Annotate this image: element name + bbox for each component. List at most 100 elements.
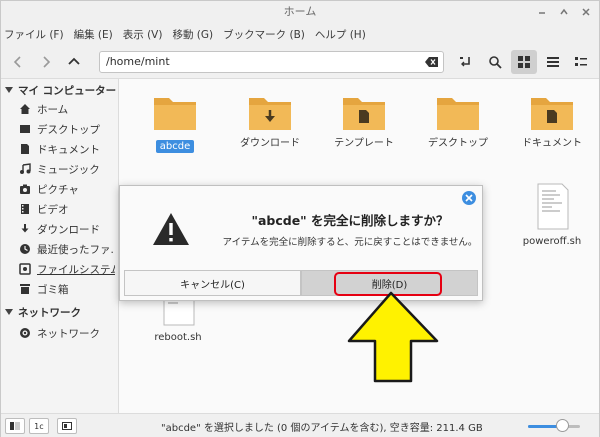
sidebar-item-desktop[interactable]: デスクトップ — [7, 119, 115, 139]
sidebar-toggle-icon — [10, 422, 20, 430]
file-name: ダウンロード — [240, 138, 300, 149]
sidebar-item-documents[interactable]: ドキュメント — [7, 139, 115, 159]
chevron-right-icon — [43, 56, 51, 68]
home-icon — [19, 103, 31, 115]
file-name: ドキュメント — [522, 138, 582, 149]
close-button[interactable] — [577, 4, 595, 20]
minimize-button[interactable] — [533, 4, 551, 20]
warning-icon — [153, 213, 189, 245]
pointer-arrow-annotation — [347, 291, 439, 383]
location-path: /home/mint — [106, 55, 170, 68]
sidebar-item-pictures[interactable]: ピクチャ — [7, 179, 115, 199]
list-icon — [547, 57, 559, 67]
menu-edit[interactable]: 編集 (E) — [74, 27, 113, 42]
status-text: "abcde" を選択しました (0 個のアイテムを含む), 空き容量: 211… — [161, 423, 483, 434]
close-icon — [582, 8, 590, 16]
maximize-button[interactable] — [555, 4, 573, 20]
dialog-message: アイテムを完全に削除すると、元に戻すことはできません。 — [222, 237, 478, 248]
expander-icon — [5, 309, 13, 315]
script-file-icon — [537, 183, 569, 230]
trash-icon — [19, 283, 31, 295]
camera-icon — [19, 183, 31, 195]
status-bar: 1c "abcde" を選択しました (0 個のアイテムを含む), 空き容量: … — [1, 413, 599, 437]
sidebar-item-recent[interactable]: 最近使ったファ... — [7, 239, 115, 259]
desktop-icon — [19, 123, 31, 135]
download-icon — [19, 223, 31, 235]
minimize-icon — [539, 12, 545, 14]
file-item-poweroff[interactable]: poweroff.sh — [512, 183, 592, 247]
location-toggle-icon — [460, 57, 470, 67]
file-manager-window: ホーム ファイル (F) 編集 (E) 表示 (V) 移動 (G) ブックマーク… — [0, 0, 600, 437]
toolbar: /home/mint — [1, 45, 599, 79]
sidebar-section-my-computer[interactable]: マイ コンピューター — [5, 81, 116, 99]
show-treeview-button[interactable]: 1c — [29, 418, 49, 434]
up-button[interactable] — [61, 50, 87, 74]
menu-help[interactable]: ヘルプ (H) — [315, 27, 366, 42]
expander-icon — [5, 87, 13, 93]
folder-template-icon — [343, 98, 385, 130]
title-bar[interactable]: ホーム — [1, 1, 599, 23]
zoom-slider[interactable] — [528, 425, 580, 428]
file-name: poweroff.sh — [522, 236, 582, 247]
maximize-icon — [560, 8, 568, 15]
menu-go[interactable]: 移動 (G) — [172, 27, 213, 42]
window-title: ホーム — [283, 5, 317, 18]
menu-view[interactable]: 表示 (V) — [123, 27, 163, 42]
sidebar-item-music[interactable]: ミュージック — [7, 159, 115, 179]
file-item-desktop[interactable]: デスクトップ — [418, 93, 498, 149]
recent-icon — [19, 243, 31, 255]
panel-icon — [62, 422, 72, 430]
icon-view-button[interactable] — [511, 50, 537, 74]
file-name: テンプレート — [334, 138, 394, 149]
clear-icon[interactable] — [425, 55, 439, 69]
toggle-path-button[interactable] — [453, 50, 479, 74]
zoom-slider-handle[interactable] — [555, 419, 569, 432]
close-icon — [465, 194, 473, 202]
network-icon — [19, 327, 31, 339]
sidebar-item-downloads[interactable]: ダウンロード — [7, 219, 115, 239]
file-name: reboot.sh — [154, 332, 202, 343]
compact-view-button[interactable] — [568, 50, 594, 74]
sidebar: マイ コンピューター ホーム デスクトップ ドキュメント ミュージック ピクチャ… — [1, 79, 119, 413]
sidebar-item-network[interactable]: ネットワーク — [7, 323, 115, 343]
chevron-up-icon — [68, 57, 80, 65]
compact-list-icon — [575, 57, 587, 66]
chevron-left-icon — [13, 56, 21, 68]
dialog-title: "abcde" を完全に削除しますか？ — [251, 213, 449, 228]
grid-icon — [518, 56, 530, 68]
drive-icon — [19, 263, 31, 275]
folder-document-icon — [531, 98, 573, 130]
document-icon — [19, 143, 31, 155]
folder-icon — [437, 98, 479, 130]
folder-download-icon — [249, 98, 291, 130]
delete-confirm-dialog: "abcde" を完全に削除しますか？ アイテムを完全に削除すると、元に戻すこと… — [119, 185, 483, 301]
hide-sidebar-button[interactable] — [57, 418, 77, 434]
sidebar-item-filesystem[interactable]: ファイルシステム — [7, 259, 115, 279]
back-button[interactable] — [5, 50, 31, 74]
menu-file[interactable]: ファイル (F) — [4, 27, 64, 42]
sidebar-item-home[interactable]: ホーム — [7, 99, 115, 119]
tree-icon: 1c — [34, 421, 44, 431]
dialog-close-button[interactable] — [462, 191, 476, 205]
location-bar[interactable]: /home/mint — [99, 51, 444, 73]
cancel-button[interactable]: キャンセル(C) — [124, 270, 301, 296]
menu-bookmarks[interactable]: ブックマーク (B) — [223, 27, 305, 42]
music-icon — [19, 163, 31, 175]
window-controls — [533, 4, 595, 20]
file-item-templates[interactable]: テンプレート — [324, 93, 404, 149]
list-view-button[interactable] — [540, 50, 566, 74]
search-icon — [489, 56, 502, 69]
file-name: abcde — [155, 140, 195, 153]
file-item-documents[interactable]: ドキュメント — [512, 93, 592, 149]
search-button[interactable] — [482, 50, 508, 74]
sidebar-item-videos[interactable]: ビデオ — [7, 199, 115, 219]
show-places-button[interactable] — [5, 418, 25, 434]
forward-button[interactable] — [33, 50, 59, 74]
menu-bar: ファイル (F) 編集 (E) 表示 (V) 移動 (G) ブックマーク (B)… — [1, 23, 599, 45]
video-icon — [19, 203, 31, 215]
file-name: デスクトップ — [428, 138, 488, 149]
file-item-downloads[interactable]: ダウンロード — [230, 93, 310, 149]
sidebar-section-network[interactable]: ネットワーク — [5, 303, 81, 321]
file-item-abcde[interactable]: abcde — [135, 93, 215, 153]
sidebar-item-trash[interactable]: ゴミ箱 — [7, 279, 115, 299]
